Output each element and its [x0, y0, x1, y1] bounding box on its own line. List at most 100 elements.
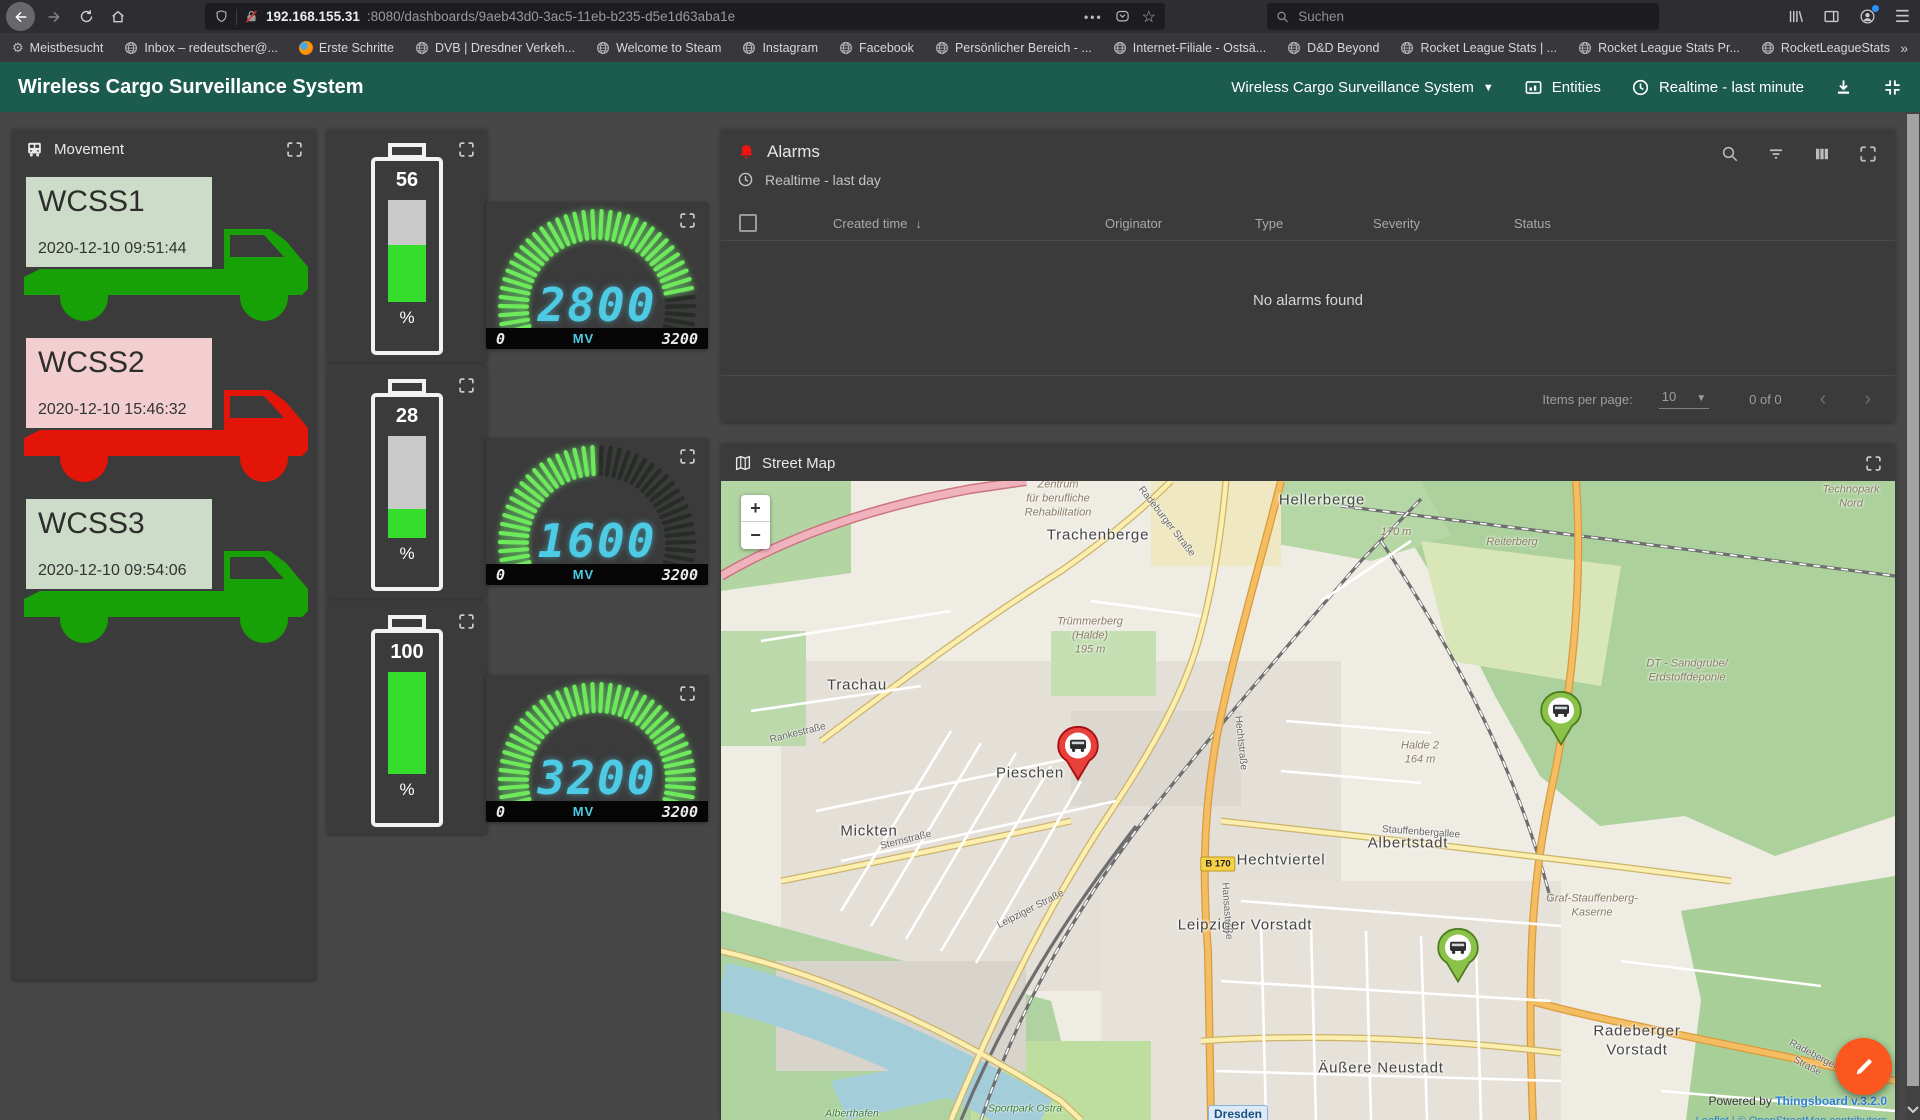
zoom-out-button[interactable]: − [741, 522, 770, 549]
bookmark-item[interactable]: D&D Beyond [1287, 41, 1379, 55]
digital-gauge-widget: 16000MV3200 [486, 438, 708, 585]
bookmark-item[interactable]: Instagram [742, 41, 818, 55]
entities-button[interactable]: Entities [1524, 78, 1601, 97]
alarms-timewindow[interactable]: Realtime - last day [765, 172, 881, 188]
fullscreen-icon[interactable] [679, 212, 696, 229]
permissions-shield-icon[interactable] [214, 9, 229, 24]
fullscreen-icon[interactable] [679, 685, 696, 702]
prev-page-button[interactable]: ‹ [1820, 388, 1827, 411]
bookmark-item[interactable]: Rocket League Stats | ... [1400, 41, 1557, 55]
globe-icon [839, 41, 853, 55]
fullscreen-icon[interactable] [458, 377, 475, 394]
bookmark-item[interactable]: ⚙Meistbesucht [12, 40, 103, 56]
bookmark-label: Rocket League Stats | ... [1420, 41, 1557, 55]
fullscreen-icon[interactable] [458, 613, 475, 630]
chevron-down-icon: ▼ [1696, 393, 1706, 404]
scrollbar-thumb[interactable] [1907, 114, 1919, 1086]
menu-icon[interactable]: ☰ [1895, 7, 1910, 27]
forward-button[interactable] [41, 4, 67, 30]
back-button[interactable] [6, 2, 35, 31]
next-page-button[interactable]: › [1864, 388, 1871, 411]
scroll-down-icon[interactable] [1906, 1106, 1920, 1114]
reload-button[interactable] [73, 4, 99, 30]
entities-icon [1524, 78, 1543, 97]
columns-icon[interactable] [1813, 145, 1831, 163]
browser-toolbar: 192.168.155.31:8080/dashboards/9aeb43d0-… [0, 0, 1920, 33]
home-button[interactable] [105, 4, 131, 30]
bookmark-item[interactable]: RocketLeagueStats: Pr... [1761, 41, 1890, 55]
gauge-min: 0 [496, 803, 505, 821]
url-host: 192.168.155.31 [266, 9, 360, 24]
forward-arrow-icon [46, 9, 62, 25]
bookmark-label: Persönlicher Bereich - ... [955, 41, 1092, 55]
battery-gauge: 56% [368, 143, 446, 355]
library-icon[interactable] [1787, 8, 1804, 25]
fullscreen-icon[interactable] [458, 141, 475, 158]
search-bar[interactable] [1267, 3, 1659, 30]
timewindow-button[interactable]: Realtime - last minute [1631, 78, 1804, 97]
vehicle-label: WCSS12020-12-10 09:51:44 [24, 175, 214, 269]
vehicle-row[interactable]: WCSS32020-12-10 09:54:06 [18, 493, 310, 645]
notification-dot [1872, 5, 1879, 12]
battery-unit: % [399, 544, 414, 564]
state-selector[interactable]: Wireless Cargo Surveillance System ▼ [1231, 79, 1493, 96]
pocket-icon[interactable] [1115, 9, 1130, 24]
bookmark-item[interactable]: Facebook [839, 41, 914, 55]
exit-fullscreen-button[interactable] [1883, 78, 1902, 97]
vehicle-marker-green[interactable] [1436, 927, 1480, 983]
battery-bar [388, 200, 426, 302]
insecure-lock-icon[interactable] [244, 9, 259, 24]
bookmarks-overflow-icon[interactable]: » [1890, 40, 1908, 56]
bookmark-label: D&D Beyond [1307, 41, 1379, 55]
vehicle-label: WCSS22020-12-10 15:46:32 [24, 336, 214, 430]
vehicle-marker-red[interactable] [1056, 725, 1100, 781]
road-ref-badge: B 170 [1200, 857, 1235, 872]
scrollbar[interactable] [1906, 112, 1920, 1120]
column-header[interactable]: Created time↓ [833, 216, 922, 231]
vehicle-marker-green[interactable] [1539, 690, 1583, 746]
search-input[interactable] [1296, 8, 1650, 25]
sort-arrow-icon: ↓ [915, 216, 922, 231]
firefox-icon [299, 41, 313, 55]
thingsboard-link[interactable]: Thingsboard v.3.2.0 [1775, 1094, 1887, 1108]
edit-dashboard-fab[interactable] [1835, 1038, 1892, 1095]
zoom-in-button[interactable]: + [741, 495, 770, 522]
fullscreen-icon[interactable] [1859, 145, 1877, 163]
vehicle-row[interactable]: WCSS22020-12-10 15:46:32 [18, 332, 310, 484]
column-header[interactable]: Status [1514, 216, 1551, 231]
bookmark-item[interactable]: DVB | Dresdner Verkeh... [415, 41, 575, 55]
search-icon [1276, 10, 1289, 24]
home-icon [110, 9, 126, 25]
vehicle-timestamp: 2020-12-10 09:54:06 [38, 562, 200, 580]
bookmark-label: Internet-Filiale - Ostsä... [1133, 41, 1266, 55]
battery-gauge: 28% [368, 379, 446, 591]
bookmark-item[interactable]: Persönlicher Bereich - ... [935, 41, 1092, 55]
bookmark-label: Welcome to Steam [616, 41, 721, 55]
download-button[interactable] [1834, 78, 1853, 97]
column-header[interactable]: Type [1255, 216, 1283, 231]
page-actions-icon[interactable]: ••• [1084, 10, 1103, 24]
vehicle-row[interactable]: WCSS12020-12-10 09:51:44 [18, 171, 310, 323]
fullscreen-icon[interactable] [679, 448, 696, 465]
bookmark-item[interactable]: Internet-Filiale - Ostsä... [1113, 41, 1266, 55]
battery-unit: % [399, 308, 414, 328]
sidebar-icon[interactable] [1823, 8, 1840, 25]
battery-value: 28 [396, 405, 418, 428]
bookmark-item[interactable]: Welcome to Steam [596, 41, 721, 55]
bookmark-item[interactable]: Inbox – redeutscher@... [124, 41, 278, 55]
items-per-page-select[interactable]: 10 ▼ [1659, 389, 1709, 409]
filter-icon[interactable] [1767, 145, 1785, 163]
fullscreen-icon[interactable] [1865, 455, 1882, 472]
globe-icon [124, 41, 138, 55]
bookmark-item[interactable]: Erste Schritte [299, 41, 394, 55]
map-canvas[interactable]: HellerbergeTrachenbergeTrachauPieschenMi… [721, 481, 1895, 1120]
url-bar[interactable]: 192.168.155.31:8080/dashboards/9aeb43d0-… [205, 3, 1165, 30]
account-icon[interactable] [1859, 8, 1876, 25]
bookmark-item[interactable]: Rocket League Stats Pr... [1578, 41, 1740, 55]
search-icon[interactable] [1721, 145, 1739, 163]
column-header[interactable]: Severity [1373, 216, 1420, 231]
fullscreen-icon[interactable] [286, 141, 303, 158]
column-header[interactable]: Originator [1105, 216, 1162, 231]
select-all-checkbox[interactable] [739, 214, 757, 232]
bookmark-star-icon[interactable]: ☆ [1142, 7, 1156, 27]
